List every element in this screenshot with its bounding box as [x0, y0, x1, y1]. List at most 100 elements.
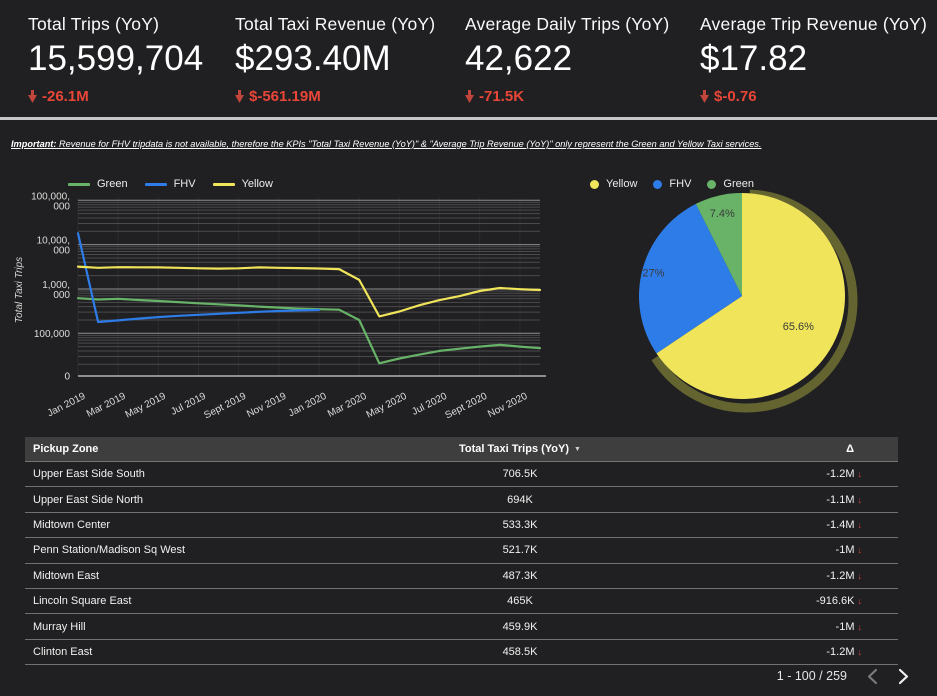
trips-cell: 487.3K	[365, 570, 675, 582]
down-arrow-icon: ↓	[858, 622, 863, 632]
pickup-zone-cell: Murray Hill	[25, 621, 365, 633]
delta-cell: -1M↓	[675, 621, 898, 633]
series-line-green[interactable]	[78, 298, 540, 363]
kpi-delta: -26.1M	[28, 88, 203, 105]
x-tick-label: May 2019	[124, 391, 169, 421]
trips-line-chart[interactable]: 100,000,00010,000,0001,000,000100,0000Ja…	[8, 170, 560, 422]
pickup-zone-cell: Upper East Side North	[25, 494, 365, 506]
table-pagination: 1 - 100 / 259	[777, 664, 909, 688]
section-divider	[0, 117, 937, 120]
column-header-pickup-zone[interactable]: Pickup Zone	[25, 443, 365, 455]
kpi-title: Average Trip Revenue (YoY)	[700, 14, 927, 35]
table-row[interactable]: Upper West Side South455.2K-812.5K↓	[25, 665, 898, 669]
down-arrow-icon	[28, 90, 37, 103]
page-range-label: 1 - 100 / 259	[777, 669, 847, 683]
kpi-card-taxi-revenue: Total Taxi Revenue (YoY) $293.40M $-561.…	[235, 14, 435, 105]
trips-cell: 694K	[365, 494, 675, 506]
column-header-total-trips[interactable]: Total Taxi Trips (YoY)▼	[365, 443, 675, 455]
legend-swatch-fhv	[145, 183, 167, 186]
legend-swatch-green	[68, 183, 90, 186]
y-tick-label: 100,000	[34, 329, 71, 340]
table-row[interactable]: Lincoln Square East465K-916.6K↓	[25, 589, 898, 614]
x-tick-label: Mar 2020	[326, 391, 369, 420]
chevron-left-icon	[867, 668, 878, 685]
table-row[interactable]: Penn Station/Madison Sq West521.7K-1M↓	[25, 538, 898, 563]
legend-dot-green	[707, 180, 716, 189]
next-page-button[interactable]	[898, 668, 909, 685]
table-row[interactable]: Midtown East487.3K-1.2M↓	[25, 564, 898, 589]
trips-cell: 533.3K	[365, 519, 675, 531]
legend-label: Yellow	[606, 178, 637, 190]
legend-label: FHV	[669, 178, 691, 190]
y-tick-label: 0	[64, 372, 70, 383]
x-tick-label: Nov 2019	[245, 391, 289, 420]
kpi-delta-value: -71.5K	[479, 88, 524, 105]
x-tick-label: Nov 2020	[486, 391, 530, 420]
pickup-zone-cell: Clinton East	[25, 646, 365, 658]
y-tick-label: 10,000,000	[37, 236, 71, 257]
down-arrow-icon: ↓	[858, 596, 863, 606]
legend-label: Green	[723, 178, 754, 190]
pickup-zone-cell: Penn Station/Madison Sq West	[25, 544, 365, 556]
legend-item-yellow: Yellow	[590, 178, 637, 190]
kpi-delta-value: $-561.19M	[249, 88, 321, 105]
sort-desc-icon: ▼	[574, 446, 581, 453]
kpi-title: Average Daily Trips (YoY)	[465, 14, 669, 35]
kpi-card-total-trips: Total Trips (YoY) 15,599,704 -26.1M	[28, 14, 203, 105]
legend-dot-yellow	[590, 180, 599, 189]
down-arrow-icon	[235, 90, 244, 103]
delta-cell: -1.4M↓	[675, 519, 898, 531]
legend-item-green: Green	[68, 178, 128, 190]
kpi-value: $17.82	[700, 40, 927, 79]
table-header-row: Pickup Zone Total Taxi Trips (YoY)▼ Δ	[25, 437, 898, 462]
delta-value: -1.2M	[826, 646, 854, 658]
down-arrow-icon: ↓	[858, 647, 863, 657]
x-tick-label: Jan 2020	[287, 391, 329, 420]
down-arrow-icon	[465, 90, 474, 103]
kpi-card-trip-revenue: Average Trip Revenue (YoY) $17.82 $-0.76	[700, 14, 927, 105]
trips-cell: 458.5K	[365, 646, 675, 658]
legend-label: Green	[97, 178, 128, 190]
x-tick-label: Jul 2020	[410, 391, 449, 418]
pie-slice-label: 27%	[642, 268, 664, 280]
x-tick-label: May 2020	[365, 391, 410, 421]
down-arrow-icon: ↓	[858, 571, 863, 581]
legend-dot-fhv	[653, 180, 662, 189]
pie-slice-label: 7.4%	[710, 208, 735, 220]
column-header-delta[interactable]: Δ	[675, 443, 898, 455]
down-arrow-icon: ↓	[858, 545, 863, 555]
legend-item-fhv: FHV	[653, 178, 691, 190]
table-row[interactable]: Midtown Center533.3K-1.4M↓	[25, 513, 898, 538]
delta-cell: -1M↓	[675, 544, 898, 556]
legend-swatch-yellow	[213, 183, 235, 186]
trips-cell: 465K	[365, 595, 675, 607]
kpi-value: $293.40M	[235, 40, 435, 79]
x-tick-label: Mar 2019	[85, 391, 128, 420]
prev-page-button[interactable]	[867, 668, 878, 685]
delta-value: -1.2M	[826, 570, 854, 582]
pie-chart-legend: Yellow FHV Green	[590, 178, 754, 190]
y-tick-label: 1,000,000	[42, 280, 70, 301]
legend-label: FHV	[174, 178, 196, 190]
table-row[interactable]: Upper East Side North694K-1.1M↓	[25, 487, 898, 512]
kpi-value: 15,599,704	[28, 40, 203, 79]
delta-cell: -1.2M↓	[675, 468, 898, 480]
service-share-pie-card: Yellow FHV Green 65.6%27%7.4%	[585, 170, 935, 422]
kpi-title: Total Trips (YoY)	[28, 14, 203, 35]
kpi-value: 42,622	[465, 40, 669, 79]
delta-value: -1M	[836, 621, 855, 633]
trips-cell: 521.7K	[365, 544, 675, 556]
kpi-delta: -71.5K	[465, 88, 669, 105]
service-share-pie-chart[interactable]: 65.6%27%7.4%	[585, 170, 935, 422]
delta-value: -1.1M	[826, 494, 854, 506]
kpi-title: Total Taxi Revenue (YoY)	[235, 14, 435, 35]
table-row[interactable]: Murray Hill459.9K-1M↓	[25, 614, 898, 639]
x-tick-label: Sept 2019	[202, 391, 248, 422]
down-arrow-icon: ↓	[858, 520, 863, 530]
legend-label: Yellow	[242, 178, 273, 190]
trips-cell: 459.9K	[365, 621, 675, 633]
delta-value: -916.6K	[816, 595, 855, 607]
table-row[interactable]: Clinton East458.5K -1.2M ↓	[25, 640, 898, 665]
table-row[interactable]: Upper East Side South706.5K-1.2M↓	[25, 462, 898, 487]
chevron-right-icon	[898, 668, 909, 685]
